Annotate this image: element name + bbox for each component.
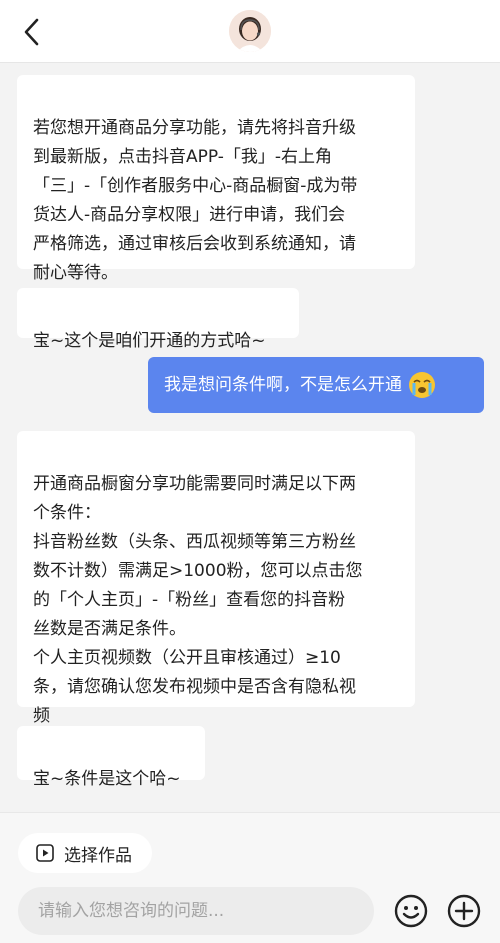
- plus-circle-icon[interactable]: [446, 893, 482, 929]
- select-works-label: 选择作品: [64, 845, 132, 866]
- message-text: 宝~这个是咱们开通的方式哈~: [33, 331, 266, 351]
- message-text: 若您想开通商品分享功能，请先将抖音升级 到最新版，点击抖音APP-「我」-右上角…: [33, 118, 358, 283]
- message-input[interactable]: [18, 887, 374, 935]
- customer-service-avatar-icon: [229, 10, 271, 52]
- select-works-button[interactable]: 选择作品: [18, 833, 152, 873]
- chat-footer: 选择作品: [0, 812, 500, 943]
- agent-avatar[interactable]: [229, 10, 271, 52]
- message-bubble-incoming: 宝~这个是咱们开通的方式哈~: [17, 288, 299, 351]
- message-text: 我是想问条件啊，不是怎么开通: [164, 374, 402, 395]
- message-list[interactable]: 若您想开通商品分享功能，请先将抖音升级 到最新版，点击抖音APP-「我」-右上角…: [0, 62, 500, 812]
- smiley-icon[interactable]: [393, 893, 429, 929]
- message-text: 开通商品橱窗分享功能需要同时满足以下两 个条件： 抖音粉丝数（头条、西瓜视频等第…: [33, 474, 363, 726]
- back-button[interactable]: [14, 14, 50, 50]
- message-bubble-incoming: 若您想开通商品分享功能，请先将抖音升级 到最新版，点击抖音APP-「我」-右上角…: [17, 75, 415, 283]
- message-bubble-incoming: 宝~条件是这个哈~: [17, 726, 205, 789]
- message-bubble-incoming: 开通商品橱窗分享功能需要同时满足以下两 个条件： 抖音粉丝数（头条、西瓜视频等第…: [17, 431, 415, 726]
- chat-header: [0, 0, 500, 63]
- play-square-icon: [36, 844, 54, 862]
- message-bubble-outgoing: 我是想问条件啊，不是怎么开通: [148, 357, 484, 413]
- chevron-left-icon: [24, 18, 39, 46]
- message-text: 宝~条件是这个哈~: [33, 769, 181, 789]
- crying-face-icon: [409, 372, 435, 398]
